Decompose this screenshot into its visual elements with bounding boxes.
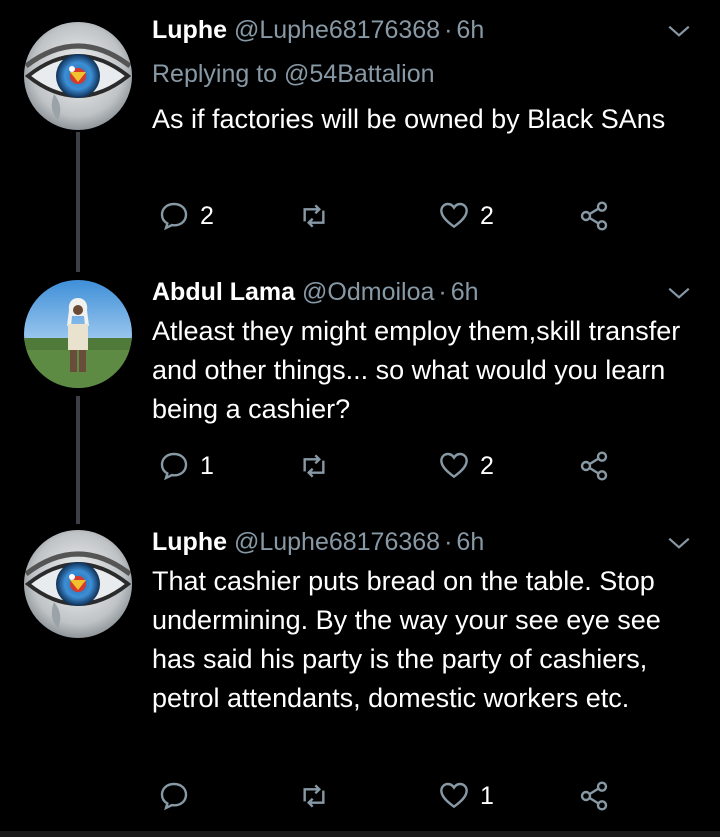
like-count: 2 — [480, 451, 494, 480]
share-icon — [580, 451, 608, 481]
tweet-actions: 1 2 — [152, 448, 632, 484]
like-button[interactable]: 1 — [438, 778, 494, 814]
avatar[interactable] — [24, 280, 132, 388]
chevron-down-icon[interactable] — [666, 18, 692, 44]
reply-icon — [160, 782, 188, 811]
timestamp[interactable]: 6h — [456, 528, 484, 556]
retweet-icon — [303, 784, 325, 808]
avatar[interactable] — [24, 22, 132, 130]
avatar[interactable] — [24, 530, 132, 638]
display-name[interactable]: Abdul Lama — [152, 278, 295, 306]
display-name[interactable]: Luphe — [152, 16, 227, 44]
display-name[interactable]: Luphe — [152, 528, 227, 556]
retweet-icon — [303, 454, 325, 478]
reply-button[interactable]: 2 — [158, 198, 214, 234]
eye-avatar-icon — [24, 22, 132, 130]
like-count: 1 — [480, 781, 494, 810]
eye-avatar-icon — [24, 530, 132, 638]
tweet-text: That cashier puts bread on the table. St… — [152, 566, 661, 713]
retweet-icon — [303, 204, 325, 228]
replying-to: Replying to @54Battalion — [152, 58, 435, 90]
share-icon — [580, 201, 608, 231]
tweet-text: As if factories will be owned by Black S… — [152, 104, 666, 134]
share-icon — [580, 781, 608, 811]
chevron-down-icon[interactable] — [666, 530, 692, 556]
heart-icon — [440, 452, 468, 479]
reply-icon — [160, 452, 188, 481]
like-count: 2 — [480, 201, 494, 230]
replying-to-mention[interactable]: @54Battalion — [284, 60, 434, 88]
timestamp[interactable]: 6h — [456, 16, 484, 44]
retweet-button[interactable] — [298, 778, 340, 814]
share-button[interactable] — [578, 448, 610, 484]
like-button[interactable]: 2 — [438, 448, 494, 484]
user-handle[interactable]: @Odmoiloa — [302, 278, 434, 306]
user-handle[interactable]: @Luphe68176368 — [234, 16, 440, 44]
chevron-down-icon[interactable] — [666, 280, 692, 306]
tweet[interactable]: Luphe @Luphe68176368 · 6h Replying to @54B… — [0, 14, 720, 244]
heart-icon — [440, 782, 468, 809]
heart-icon — [440, 202, 468, 229]
reply-button[interactable] — [158, 778, 200, 814]
separator-dot: · — [444, 16, 453, 44]
bottom-edge — [0, 831, 720, 837]
share-button[interactable] — [578, 198, 610, 234]
person-in-field-avatar-icon — [24, 280, 132, 388]
tweet-header: Abdul Lama @Odmoiloa · 6h — [152, 276, 660, 308]
replying-to-label: Replying to — [152, 60, 278, 88]
separator-dot: · — [438, 278, 447, 306]
timestamp[interactable]: 6h — [451, 278, 479, 306]
separator-dot: · — [444, 528, 453, 556]
tweet-header: Luphe @Luphe68176368 · 6h — [152, 526, 660, 558]
reply-count: 2 — [200, 201, 214, 230]
reply-button[interactable]: 1 — [158, 448, 214, 484]
tweet[interactable]: Abdul Lama @Odmoiloa · 6h Atleast they mig… — [0, 276, 720, 496]
tweet-actions: 2 2 — [152, 198, 632, 234]
reply-icon — [160, 202, 188, 231]
user-handle[interactable]: @Luphe68176368 — [234, 528, 440, 556]
reply-count: 1 — [200, 451, 214, 480]
tweet-actions: 1 — [152, 778, 632, 814]
tweet[interactable]: Luphe @Luphe68176368 · 6h That cashier put… — [0, 526, 720, 826]
retweet-button[interactable] — [298, 448, 340, 484]
tweet-text: Atleast they might employ them,skill tra… — [152, 316, 681, 424]
retweet-button[interactable] — [298, 198, 340, 234]
like-button[interactable]: 2 — [438, 198, 494, 234]
tweet-header: Luphe @Luphe68176368 · 6h — [152, 14, 660, 46]
tweet-thread: Luphe @Luphe68176368 · 6h Replying to @54B… — [0, 0, 720, 837]
share-button[interactable] — [578, 778, 610, 814]
